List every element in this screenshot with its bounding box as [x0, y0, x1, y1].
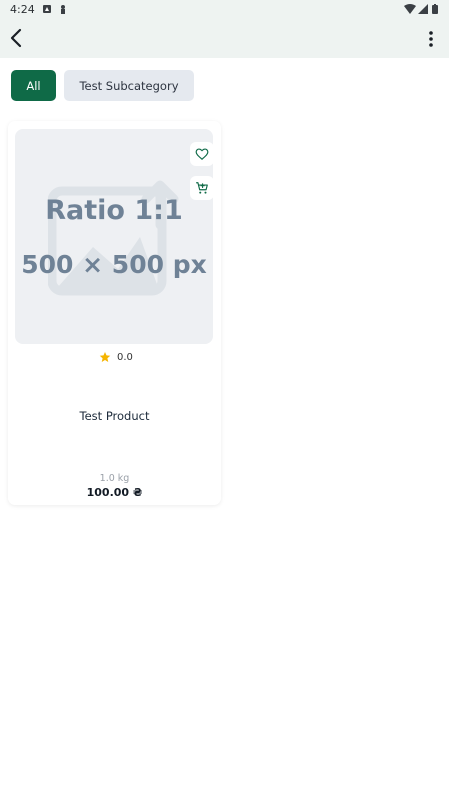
filter-chip-label: Test Subcategory: [79, 78, 179, 93]
star-icon: [99, 352, 111, 362]
placeholder-ratio-text: Ratio 1:1: [45, 195, 183, 226]
status-time: 4:24: [10, 3, 35, 16]
status-bar: 4:24: [0, 0, 449, 20]
product-weight: 1.0 kg: [99, 473, 130, 484]
top-bar: 4:24: [0, 0, 449, 58]
favorite-button[interactable]: [190, 142, 213, 166]
product-rating: 0.0: [99, 350, 133, 364]
product-image-placeholder[interactable]: Ratio 1:1 500 × 500 px: [15, 129, 213, 344]
more-options-icon[interactable]: [423, 28, 439, 50]
battery-icon: [432, 4, 438, 14]
rating-value: 0.0: [117, 351, 133, 363]
signal-icon: [418, 4, 428, 14]
add-to-cart-button[interactable]: [190, 176, 213, 200]
product-name[interactable]: Test Product: [8, 409, 221, 423]
shopping-cart-icon: [196, 182, 208, 194]
heart-icon: [195, 148, 209, 161]
filter-chip-test-subcategory[interactable]: Test Subcategory: [64, 70, 194, 101]
wifi-icon: [404, 4, 416, 14]
placeholder-size-text: 500 × 500 px: [21, 250, 207, 279]
notification-icon: [43, 5, 51, 13]
filter-chip-all[interactable]: All: [11, 70, 56, 101]
filter-chip-label: All: [26, 78, 41, 93]
product-price: 100.00 ₴: [86, 486, 143, 499]
back-arrow-icon[interactable]: [6, 27, 28, 49]
product-card[interactable]: Ratio 1:1 500 × 500 px 0.0 Test Product …: [8, 121, 221, 505]
lock-icon: [61, 5, 65, 14]
